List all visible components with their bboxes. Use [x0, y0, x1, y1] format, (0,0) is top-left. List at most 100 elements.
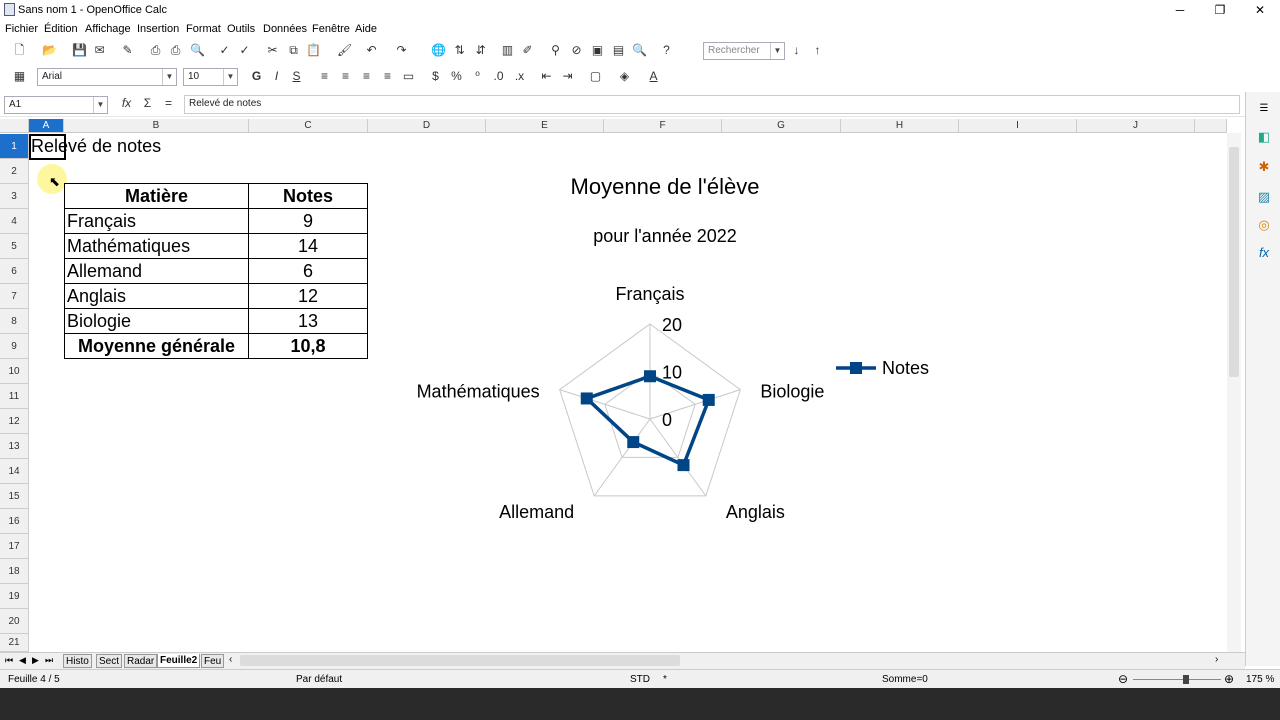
- menu-outils[interactable]: Outils: [227, 23, 255, 35]
- print-preview-icon[interactable]: 🔍: [190, 43, 205, 58]
- row-header[interactable]: 11: [0, 384, 29, 409]
- currency-format-icon[interactable]: $: [428, 69, 443, 84]
- close-button[interactable]: ✕: [1240, 0, 1280, 20]
- find-icon[interactable]: ⚲: [548, 43, 563, 58]
- clone-format-icon[interactable]: 🖌: [337, 43, 352, 58]
- row-header[interactable]: 20: [0, 609, 29, 634]
- draw-functions-icon[interactable]: ✐: [520, 43, 535, 58]
- column-header-e[interactable]: E: [486, 119, 604, 133]
- font-color-icon[interactable]: A: [646, 69, 661, 84]
- row-header[interactable]: 14: [0, 459, 29, 484]
- status-selection-mode[interactable]: STD: [630, 674, 650, 685]
- status-page-style[interactable]: Par défaut: [296, 674, 342, 685]
- font-name-field[interactable]: Arial ▼: [37, 68, 177, 86]
- restore-button[interactable]: ❐: [1200, 0, 1240, 20]
- align-left-icon[interactable]: ≡: [317, 69, 332, 84]
- tab-nav-prev-icon[interactable]: ◀: [19, 655, 26, 666]
- row-header[interactable]: 12: [0, 409, 29, 434]
- grade-cell[interactable]: 13: [248, 308, 368, 334]
- email-icon[interactable]: ✉: [92, 43, 107, 58]
- data-sources-icon[interactable]: ▤: [611, 43, 626, 58]
- column-header-c[interactable]: C: [249, 119, 368, 133]
- subject-cell[interactable]: Biologie: [64, 308, 249, 334]
- sort-ascending-icon[interactable]: ⇅: [452, 43, 467, 58]
- menu-insertion[interactable]: Insertion: [137, 23, 179, 35]
- menu-fenetre[interactable]: Fenêtre: [312, 23, 350, 35]
- zoom-out-icon[interactable]: ⊖: [1118, 672, 1128, 686]
- sheet-tab-feu[interactable]: Feu: [201, 654, 225, 668]
- tab-nav-last-icon[interactable]: ⏭: [45, 655, 53, 666]
- sheet-tab-histo[interactable]: Histo: [63, 654, 92, 668]
- export-pdf-icon[interactable]: ⎙: [148, 43, 163, 58]
- standard-format-icon[interactable]: ⁰: [470, 69, 485, 84]
- copy-icon[interactable]: ⧉: [286, 43, 301, 58]
- borders-icon[interactable]: ▢: [588, 69, 603, 84]
- header-cell-notes[interactable]: Notes: [248, 183, 368, 209]
- subject-cell[interactable]: Français: [64, 208, 249, 234]
- styles-icon[interactable]: ▦: [12, 69, 27, 84]
- menu-edition[interactable]: Édition: [44, 23, 78, 35]
- search-input[interactable]: Rechercher ▼: [703, 42, 785, 60]
- menu-fichier[interactable]: Fichier: [5, 23, 38, 35]
- italic-button[interactable]: I: [269, 69, 284, 84]
- average-value-cell[interactable]: 10,8: [248, 333, 368, 359]
- column-header-f[interactable]: F: [604, 119, 722, 133]
- menu-aide[interactable]: Aide: [355, 23, 377, 35]
- row-header[interactable]: 9: [0, 334, 29, 359]
- open-icon[interactable]: 📂: [42, 43, 57, 58]
- hyperlink-icon[interactable]: 🌐: [431, 43, 446, 58]
- gallery-panel-icon[interactable]: ▨: [1255, 188, 1273, 206]
- formula-equals-button[interactable]: =: [161, 96, 176, 111]
- chevron-down-icon[interactable]: ▼: [162, 69, 176, 85]
- find-next-icon[interactable]: ↓: [789, 43, 804, 58]
- column-header-i[interactable]: I: [959, 119, 1077, 133]
- row-header[interactable]: 18: [0, 559, 29, 584]
- bold-button[interactable]: G: [249, 69, 264, 84]
- header-cell-matiere[interactable]: Matière: [64, 183, 249, 209]
- tab-nav-next-icon[interactable]: ▶: [32, 655, 39, 666]
- spellcheck-icon[interactable]: ✓: [217, 43, 232, 58]
- properties-icon[interactable]: ◧: [1255, 128, 1273, 146]
- row-header[interactable]: 16: [0, 509, 29, 534]
- menu-affichage[interactable]: Affichage: [85, 23, 131, 35]
- sum-icon[interactable]: Σ: [140, 96, 155, 111]
- percent-format-icon[interactable]: %: [449, 69, 464, 84]
- subject-cell[interactable]: Anglais: [64, 283, 249, 309]
- column-header-j[interactable]: J: [1077, 119, 1195, 133]
- chevron-down-icon[interactable]: ▼: [770, 43, 784, 59]
- grade-cell[interactable]: 12: [248, 283, 368, 309]
- column-header-k[interactable]: [1195, 119, 1227, 133]
- row-header[interactable]: 17: [0, 534, 29, 559]
- row-header[interactable]: 1: [0, 134, 29, 159]
- background-color-icon[interactable]: ◈: [617, 69, 632, 84]
- grade-cell[interactable]: 9: [248, 208, 368, 234]
- grade-cell[interactable]: 14: [248, 233, 368, 259]
- sidebar-menu-icon[interactable]: ☰: [1255, 100, 1273, 118]
- zoom-in-icon[interactable]: ⊕: [1224, 672, 1234, 686]
- save-icon[interactable]: 💾: [72, 43, 87, 58]
- radar-chart[interactable]: Moyenne de l'élève pour l'année 2022 0 10…: [400, 160, 980, 560]
- hscroll-right-icon[interactable]: ›: [1215, 654, 1218, 665]
- navigator-icon[interactable]: ⊘: [569, 43, 584, 58]
- autospell-icon[interactable]: ✓: [237, 43, 252, 58]
- vertical-scroll-thumb[interactable]: [1229, 147, 1239, 377]
- menu-donnees[interactable]: Données: [263, 23, 307, 35]
- formula-input[interactable]: Relevé de notes: [184, 95, 1240, 114]
- column-header-b[interactable]: B: [64, 119, 249, 133]
- add-decimal-icon[interactable]: .0: [491, 69, 506, 84]
- delete-decimal-icon[interactable]: .x: [512, 69, 527, 84]
- sheet-tab-feuille2[interactable]: Feuille2: [157, 654, 201, 668]
- justify-icon[interactable]: ≡: [380, 69, 395, 84]
- row-header[interactable]: 5: [0, 234, 29, 259]
- average-label-cell[interactable]: Moyenne générale: [64, 333, 249, 359]
- cut-icon[interactable]: ✂: [265, 43, 280, 58]
- column-header-d[interactable]: D: [368, 119, 486, 133]
- sheet-tab-sect[interactable]: Sect: [96, 654, 123, 668]
- subject-cell[interactable]: Allemand: [64, 258, 249, 284]
- horizontal-scroll-thumb[interactable]: [240, 655, 680, 666]
- decrease-indent-icon[interactable]: ⇤: [539, 69, 554, 84]
- row-header[interactable]: 15: [0, 484, 29, 509]
- column-header-g[interactable]: G: [722, 119, 841, 133]
- zoom-slider[interactable]: [1133, 679, 1221, 680]
- row-header[interactable]: 21: [0, 634, 29, 652]
